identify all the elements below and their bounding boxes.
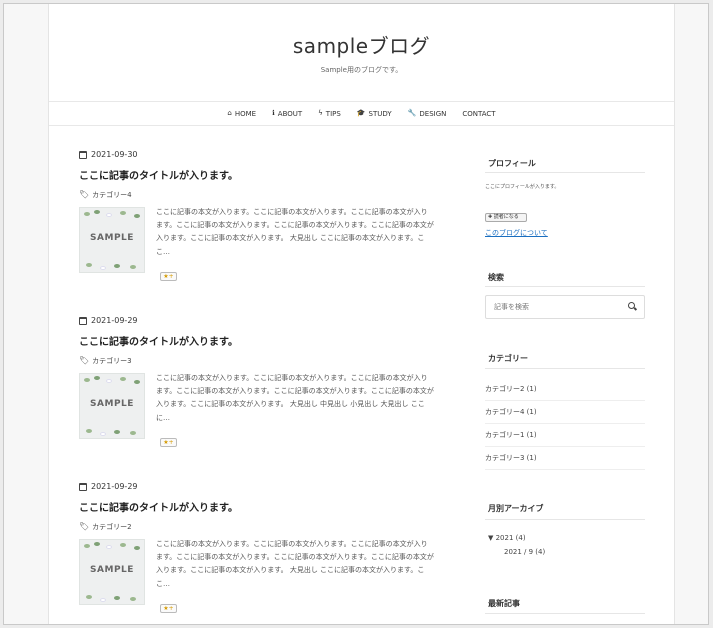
post-title-link[interactable]: ここに記事のタイトルが入ります。 [79, 499, 238, 514]
post-excerpt: ここに記事の本文が入ります。ここに記事の本文が入ります。ここに記事の本文が入りま… [156, 208, 434, 256]
category-link[interactable]: カテゴリー4 (1) [485, 407, 645, 417]
about-blog-link[interactable]: このブログについて [485, 228, 548, 238]
post-date: 2021-09-29 [79, 316, 439, 325]
home-icon: ⌂ [227, 109, 232, 117]
post-category-label: カテゴリー2 [92, 523, 132, 531]
post-thumbnail[interactable]: SAMPLE [79, 207, 145, 273]
nav-item-contact[interactable]: CONTACT [462, 110, 495, 118]
tag-icon: 🏷 [79, 190, 90, 199]
post-excerpt: ここに記事の本文が入ります。ここに記事の本文が入ります。ここに記事の本文が入りま… [156, 540, 434, 588]
widget-divider [485, 286, 645, 287]
nav-item-tips[interactable]: ϟ TIPS [318, 110, 341, 118]
category-link[interactable]: カテゴリー2 (1) [485, 384, 645, 394]
post-entry: 2021-09-29 ここに記事のタイトルが入ります。 🏷 カテゴリー3 SAM… [79, 316, 439, 447]
nav-label: HOME [234, 109, 257, 118]
search-widget-title: 検索 [488, 273, 504, 282]
thumbnail-label: SAMPLE [90, 399, 134, 409]
global-nav: ⌂ HOME ℹ ABOUT ϟ TIPS 🎓 STUDY 🔧 DESIGN C… [49, 101, 674, 126]
post-category-label: カテゴリー3 [92, 357, 132, 365]
search-icon[interactable] [628, 302, 635, 309]
post-category-label: カテゴリー4 [92, 191, 132, 199]
post-date: 2021-09-30 [79, 150, 439, 159]
nav-item-study[interactable]: 🎓 STUDY [357, 110, 392, 118]
category-widget-title: カテゴリー [488, 354, 528, 363]
list-divider [485, 469, 645, 470]
info-icon: ℹ [272, 109, 275, 117]
star-button[interactable]: ★+ [160, 438, 177, 447]
calendar-icon [79, 150, 87, 159]
star-button[interactable]: ★+ [160, 272, 177, 281]
thumbnail-label: SAMPLE [90, 565, 134, 575]
tag-icon: 🏷 [79, 356, 90, 365]
post-title-link[interactable]: ここに記事のタイトルが入ります。 [79, 167, 238, 182]
post-category[interactable]: 🏷 カテゴリー2 [79, 522, 132, 532]
widget-divider [485, 519, 645, 520]
post-thumbnail[interactable]: SAMPLE [79, 373, 145, 439]
browser-viewport: sampleブログ Sample用のブログです。 ⌂ HOME ℹ ABOUT … [3, 3, 709, 625]
post-entry: 2021-09-30 ここに記事のタイトルが入ります。 🏷 カテゴリー4 SAM… [79, 150, 439, 281]
thumbnail-label: SAMPLE [90, 233, 134, 243]
post-date-text: 2021-09-30 [91, 150, 138, 159]
post-date-text: 2021-09-29 [91, 482, 138, 491]
widget-divider [485, 368, 645, 369]
wrench-icon: 🔧 [407, 109, 417, 117]
nav-item-design[interactable]: 🔧 DESIGN [408, 110, 447, 118]
category-link[interactable]: カテゴリー3 (1) [485, 453, 645, 463]
category-link[interactable]: カテゴリー1 (1) [485, 430, 645, 440]
nav-item-home[interactable]: ⌂ HOME [227, 110, 256, 118]
widget-divider [485, 172, 645, 173]
archive-month-link[interactable]: 2021 / 9 (4) [504, 548, 545, 556]
archive-year-toggle[interactable]: ▼ 2021 (4) [488, 534, 526, 542]
star-button[interactable]: ★+ [160, 604, 177, 613]
nav-label: CONTACT [462, 109, 496, 118]
nav-item-about[interactable]: ℹ ABOUT [272, 110, 302, 118]
bolt-icon: ϟ [318, 109, 323, 117]
list-divider [485, 446, 645, 447]
list-divider [485, 423, 645, 424]
nav-label: DESIGN [419, 109, 447, 118]
post-date-text: 2021-09-29 [91, 316, 138, 325]
calendar-icon [79, 482, 87, 491]
subscribe-button[interactable]: ✚ 読者になる [485, 213, 527, 222]
widget-divider [485, 613, 645, 614]
tag-icon: 🏷 [79, 522, 90, 531]
list-divider [485, 400, 645, 401]
profile-widget-title: プロフィール [488, 159, 536, 168]
post-category[interactable]: 🏷 カテゴリー3 [79, 356, 132, 366]
search-input[interactable] [485, 295, 645, 319]
graduation-cap-icon: 🎓 [356, 109, 366, 117]
post-excerpt: ここに記事の本文が入ります。ここに記事の本文が入ります。ここに記事の本文が入りま… [156, 374, 434, 422]
post-thumbnail[interactable]: SAMPLE [79, 539, 145, 605]
archive-widget-title: 月別アーカイブ [488, 504, 544, 513]
site-title[interactable]: sampleブログ [49, 30, 674, 59]
post-date: 2021-09-29 [79, 482, 439, 491]
nav-label: ABOUT [277, 109, 303, 118]
post-category[interactable]: 🏷 カテゴリー4 [79, 190, 132, 200]
nav-label: STUDY [368, 109, 392, 118]
blog-page: sampleブログ Sample用のブログです。 ⌂ HOME ℹ ABOUT … [48, 4, 675, 624]
recent-posts-widget-title: 最新記事 [488, 599, 520, 608]
post-entry: 2021-09-29 ここに記事のタイトルが入ります。 🏷 カテゴリー2 SAM… [79, 482, 439, 613]
profile-text: ここにプロフィールが入ります。 [485, 184, 560, 190]
site-description: Sample用のブログです。 [320, 66, 403, 74]
calendar-icon [79, 316, 87, 325]
post-title-link[interactable]: ここに記事のタイトルが入ります。 [79, 333, 238, 348]
nav-label: TIPS [325, 109, 341, 118]
